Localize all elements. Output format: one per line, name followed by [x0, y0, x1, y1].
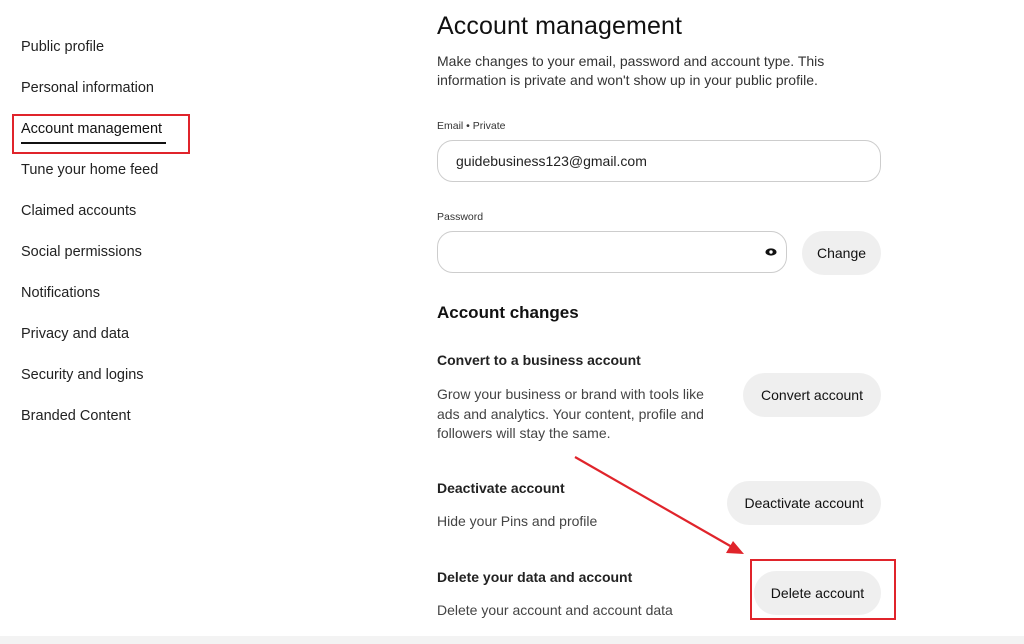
bottom-edge: [0, 636, 1024, 644]
active-tab-underline: [21, 142, 166, 144]
sidebar-item-public-profile[interactable]: Public profile: [21, 39, 104, 55]
email-label: Email • Private: [437, 120, 506, 132]
sidebar-item-privacy-and-data[interactable]: Privacy and data: [21, 326, 129, 342]
sidebar-item-personal-information[interactable]: Personal information: [21, 80, 154, 96]
sidebar-item-social-permissions[interactable]: Social permissions: [21, 244, 142, 260]
convert-business-description: Grow your business or brand with tools l…: [437, 386, 704, 441]
delete-account-button[interactable]: Delete account: [754, 571, 881, 615]
sidebar-item-notifications[interactable]: Notifications: [21, 285, 100, 301]
password-label: Password: [437, 211, 484, 223]
page-description: Make changes to your email, password and…: [437, 53, 825, 88]
email-input[interactable]: [437, 140, 881, 182]
change-password-button[interactable]: Change: [802, 231, 881, 275]
sidebar-item-tune-home-feed[interactable]: Tune your home feed: [21, 162, 158, 178]
sidebar-item-branded-content[interactable]: Branded Content: [21, 408, 131, 424]
convert-business-title: Convert to a business account: [437, 352, 641, 368]
settings-sidebar: Public profile Personal information Acco…: [0, 0, 300, 644]
page-title: Account management: [437, 12, 683, 40]
deactivate-account-button[interactable]: Deactivate account: [727, 481, 881, 525]
eye-icon[interactable]: [765, 248, 777, 256]
deactivate-account-description: Hide your Pins and profile: [437, 513, 598, 529]
sidebar-item-security-and-logins[interactable]: Security and logins: [21, 367, 144, 383]
convert-account-button[interactable]: Convert account: [743, 373, 881, 417]
delete-data-title: Delete your data and account: [437, 569, 633, 585]
sidebar-item-claimed-accounts[interactable]: Claimed accounts: [21, 203, 136, 219]
password-input[interactable]: [437, 231, 787, 273]
annotation-arrow-head: [726, 541, 744, 554]
sidebar-item-account-management[interactable]: Account management: [21, 121, 162, 137]
account-changes-heading: Account changes: [437, 303, 579, 322]
delete-data-description: Delete your account and account data: [437, 602, 673, 618]
annotation-arrow-line: [574, 456, 733, 548]
deactivate-account-title: Deactivate account: [437, 480, 565, 496]
